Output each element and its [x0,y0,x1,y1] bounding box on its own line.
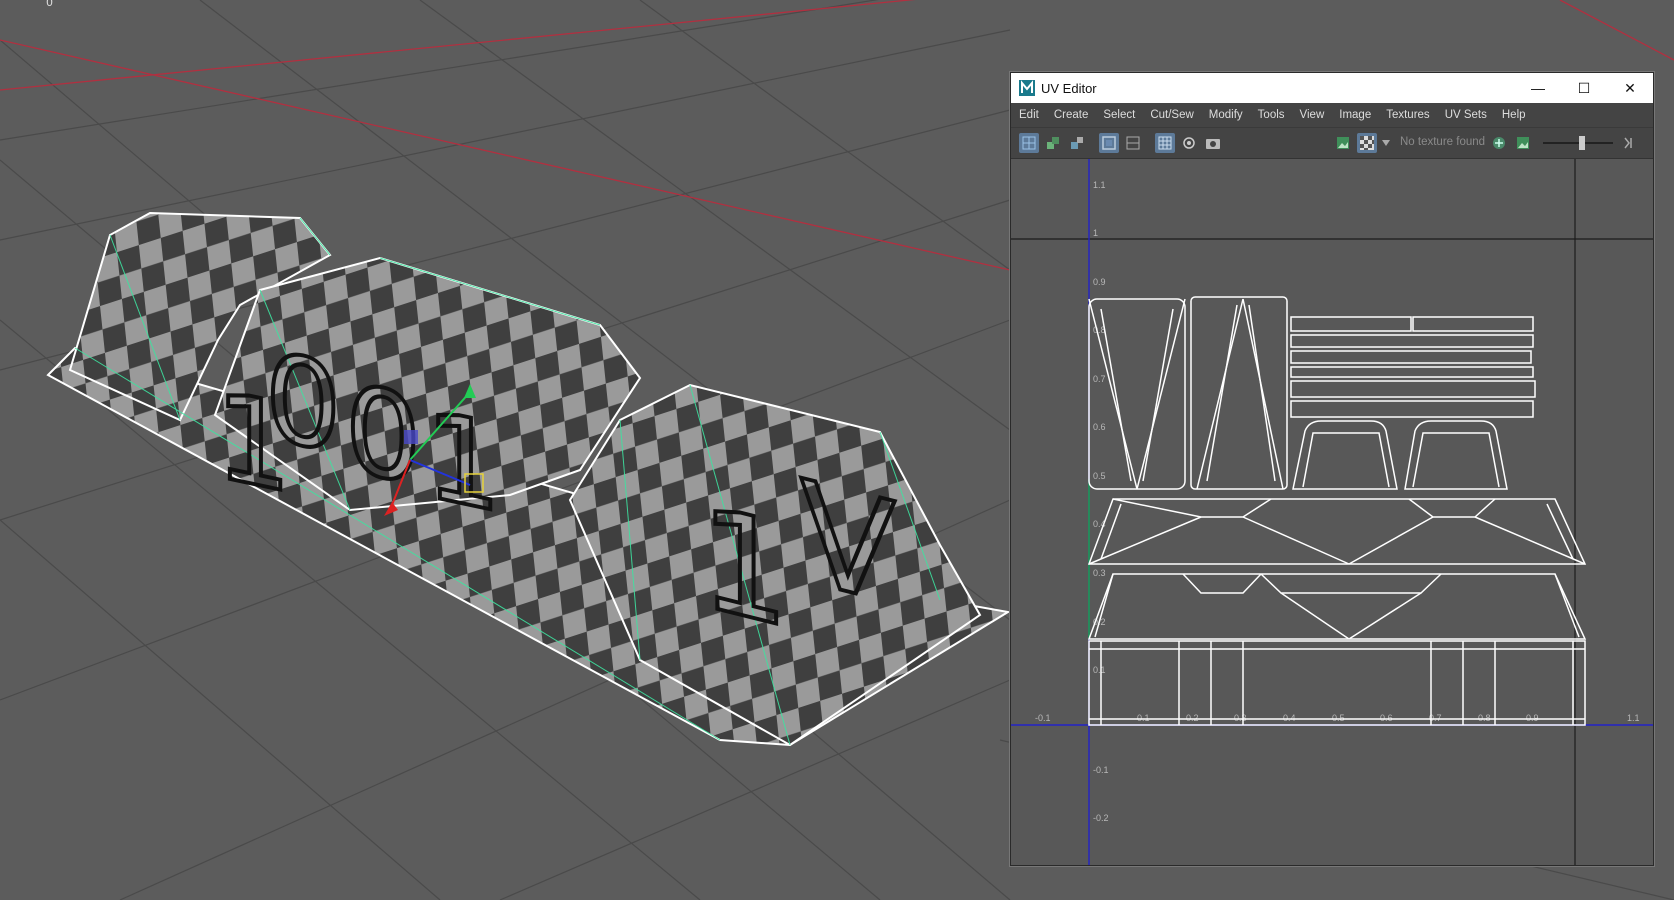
v-tick: 1.1 [1093,180,1106,190]
u-tick: -0.1 [1035,713,1051,723]
close-button[interactable]: ✕ [1607,73,1653,103]
decal-0a: 0 [265,325,341,482]
v-tick: 1 [1093,228,1098,238]
menu-edit[interactable]: Edit [1019,109,1039,121]
menu-uv-sets[interactable]: UV Sets [1445,109,1487,121]
v-tick: -0.1 [1093,765,1109,775]
u-tick: 0.2 [1186,713,1199,723]
display-grid-icon[interactable] [1155,133,1175,153]
menu-cut-sew[interactable]: Cut/Sew [1150,109,1193,121]
uv-layout-svg: 1.1 1 0.9 0.8 0.7 0.6 0.5 0.4 0.3 0.2 0.… [1011,159,1653,865]
chevron-down-icon[interactable] [1381,133,1391,153]
v-tick: 0.1 [1093,665,1106,675]
shaded-uv-icon[interactable] [1099,133,1119,153]
decal-v: V [800,449,896,636]
maya-logo-icon [1019,80,1035,96]
menu-modify[interactable]: Modify [1209,109,1243,121]
v-tick: 0.6 [1093,422,1106,432]
u-tick: 0.3 [1234,713,1247,723]
menu-help[interactable]: Help [1502,109,1526,121]
viewport-corner-label: 0 [46,0,53,9]
wireframe-uv-icon[interactable] [1123,133,1143,153]
decal-1b: 1 [425,384,501,541]
uv-editor-window[interactable]: UV Editor — ☐ ✕ Edit Create Select Cut/S… [1010,72,1654,866]
u-tick: 0.4 [1283,713,1296,723]
uv-shell-right-end [1190,296,1288,490]
decal-1c: 1 [700,475,789,661]
texture-status-text: No texture found [1400,136,1486,148]
uv-strip-shells [1290,316,1536,418]
snapshot-camera-icon[interactable] [1203,133,1223,153]
uv-shells [1087,296,1587,726]
uv-shell-wall-upper [1087,498,1587,565]
u-tick: 0.8 [1478,713,1491,723]
slider-handle [1579,136,1585,150]
expand-toolbar-icon[interactable] [1619,133,1639,153]
v-tick: -0.2 [1093,813,1109,823]
menu-tools[interactable]: Tools [1258,109,1285,121]
uv-editor-menubar: Edit Create Select Cut/Sew Modify Tools … [1011,103,1653,128]
exposure-slider[interactable] [1543,136,1613,150]
uv-stack-icon[interactable] [1043,133,1063,153]
v-tick: 0.7 [1093,374,1106,384]
menu-select[interactable]: Select [1103,109,1135,121]
maximize-button[interactable]: ☐ [1561,73,1607,103]
exposure-image-icon[interactable] [1513,133,1533,153]
u-tick: 0.6 [1380,713,1393,723]
uv-shell-trapezoids [1292,420,1508,490]
v-tick: 0.3 [1093,568,1106,578]
checker-tile-icon[interactable] [1357,133,1377,153]
menu-image[interactable]: Image [1339,109,1371,121]
window-title: UV Editor [1041,80,1097,96]
uv-editor-titlebar[interactable]: UV Editor — ☐ ✕ [1011,73,1653,103]
uv-canvas[interactable]: 1.1 1 0.9 0.8 0.7 0.6 0.5 0.4 0.3 0.2 0.… [1011,159,1653,865]
toggle-filter-icon[interactable] [1489,133,1509,153]
u-tick: 0.1 [1137,713,1150,723]
v-tick: 0.5 [1093,471,1106,481]
menu-textures[interactable]: Textures [1386,109,1429,121]
image-display-icon[interactable] [1333,133,1353,153]
minimize-button[interactable]: — [1515,73,1561,103]
uv-shell-wall-lower [1087,573,1587,640]
menu-view[interactable]: View [1300,109,1325,121]
u-tick: 1.1 [1627,713,1640,723]
menu-create[interactable]: Create [1054,109,1089,121]
uv-editor-toolbar: No texture found [1011,128,1653,159]
uv-shell-icon[interactable] [1067,133,1087,153]
uv-grid-toggle-icon[interactable] [1019,133,1039,153]
u-tick: 0.5 [1332,713,1345,723]
v-tick: 0.9 [1093,277,1106,287]
pixel-snap-icon[interactable] [1179,133,1199,153]
u-tick: 0.9 [1526,713,1539,723]
